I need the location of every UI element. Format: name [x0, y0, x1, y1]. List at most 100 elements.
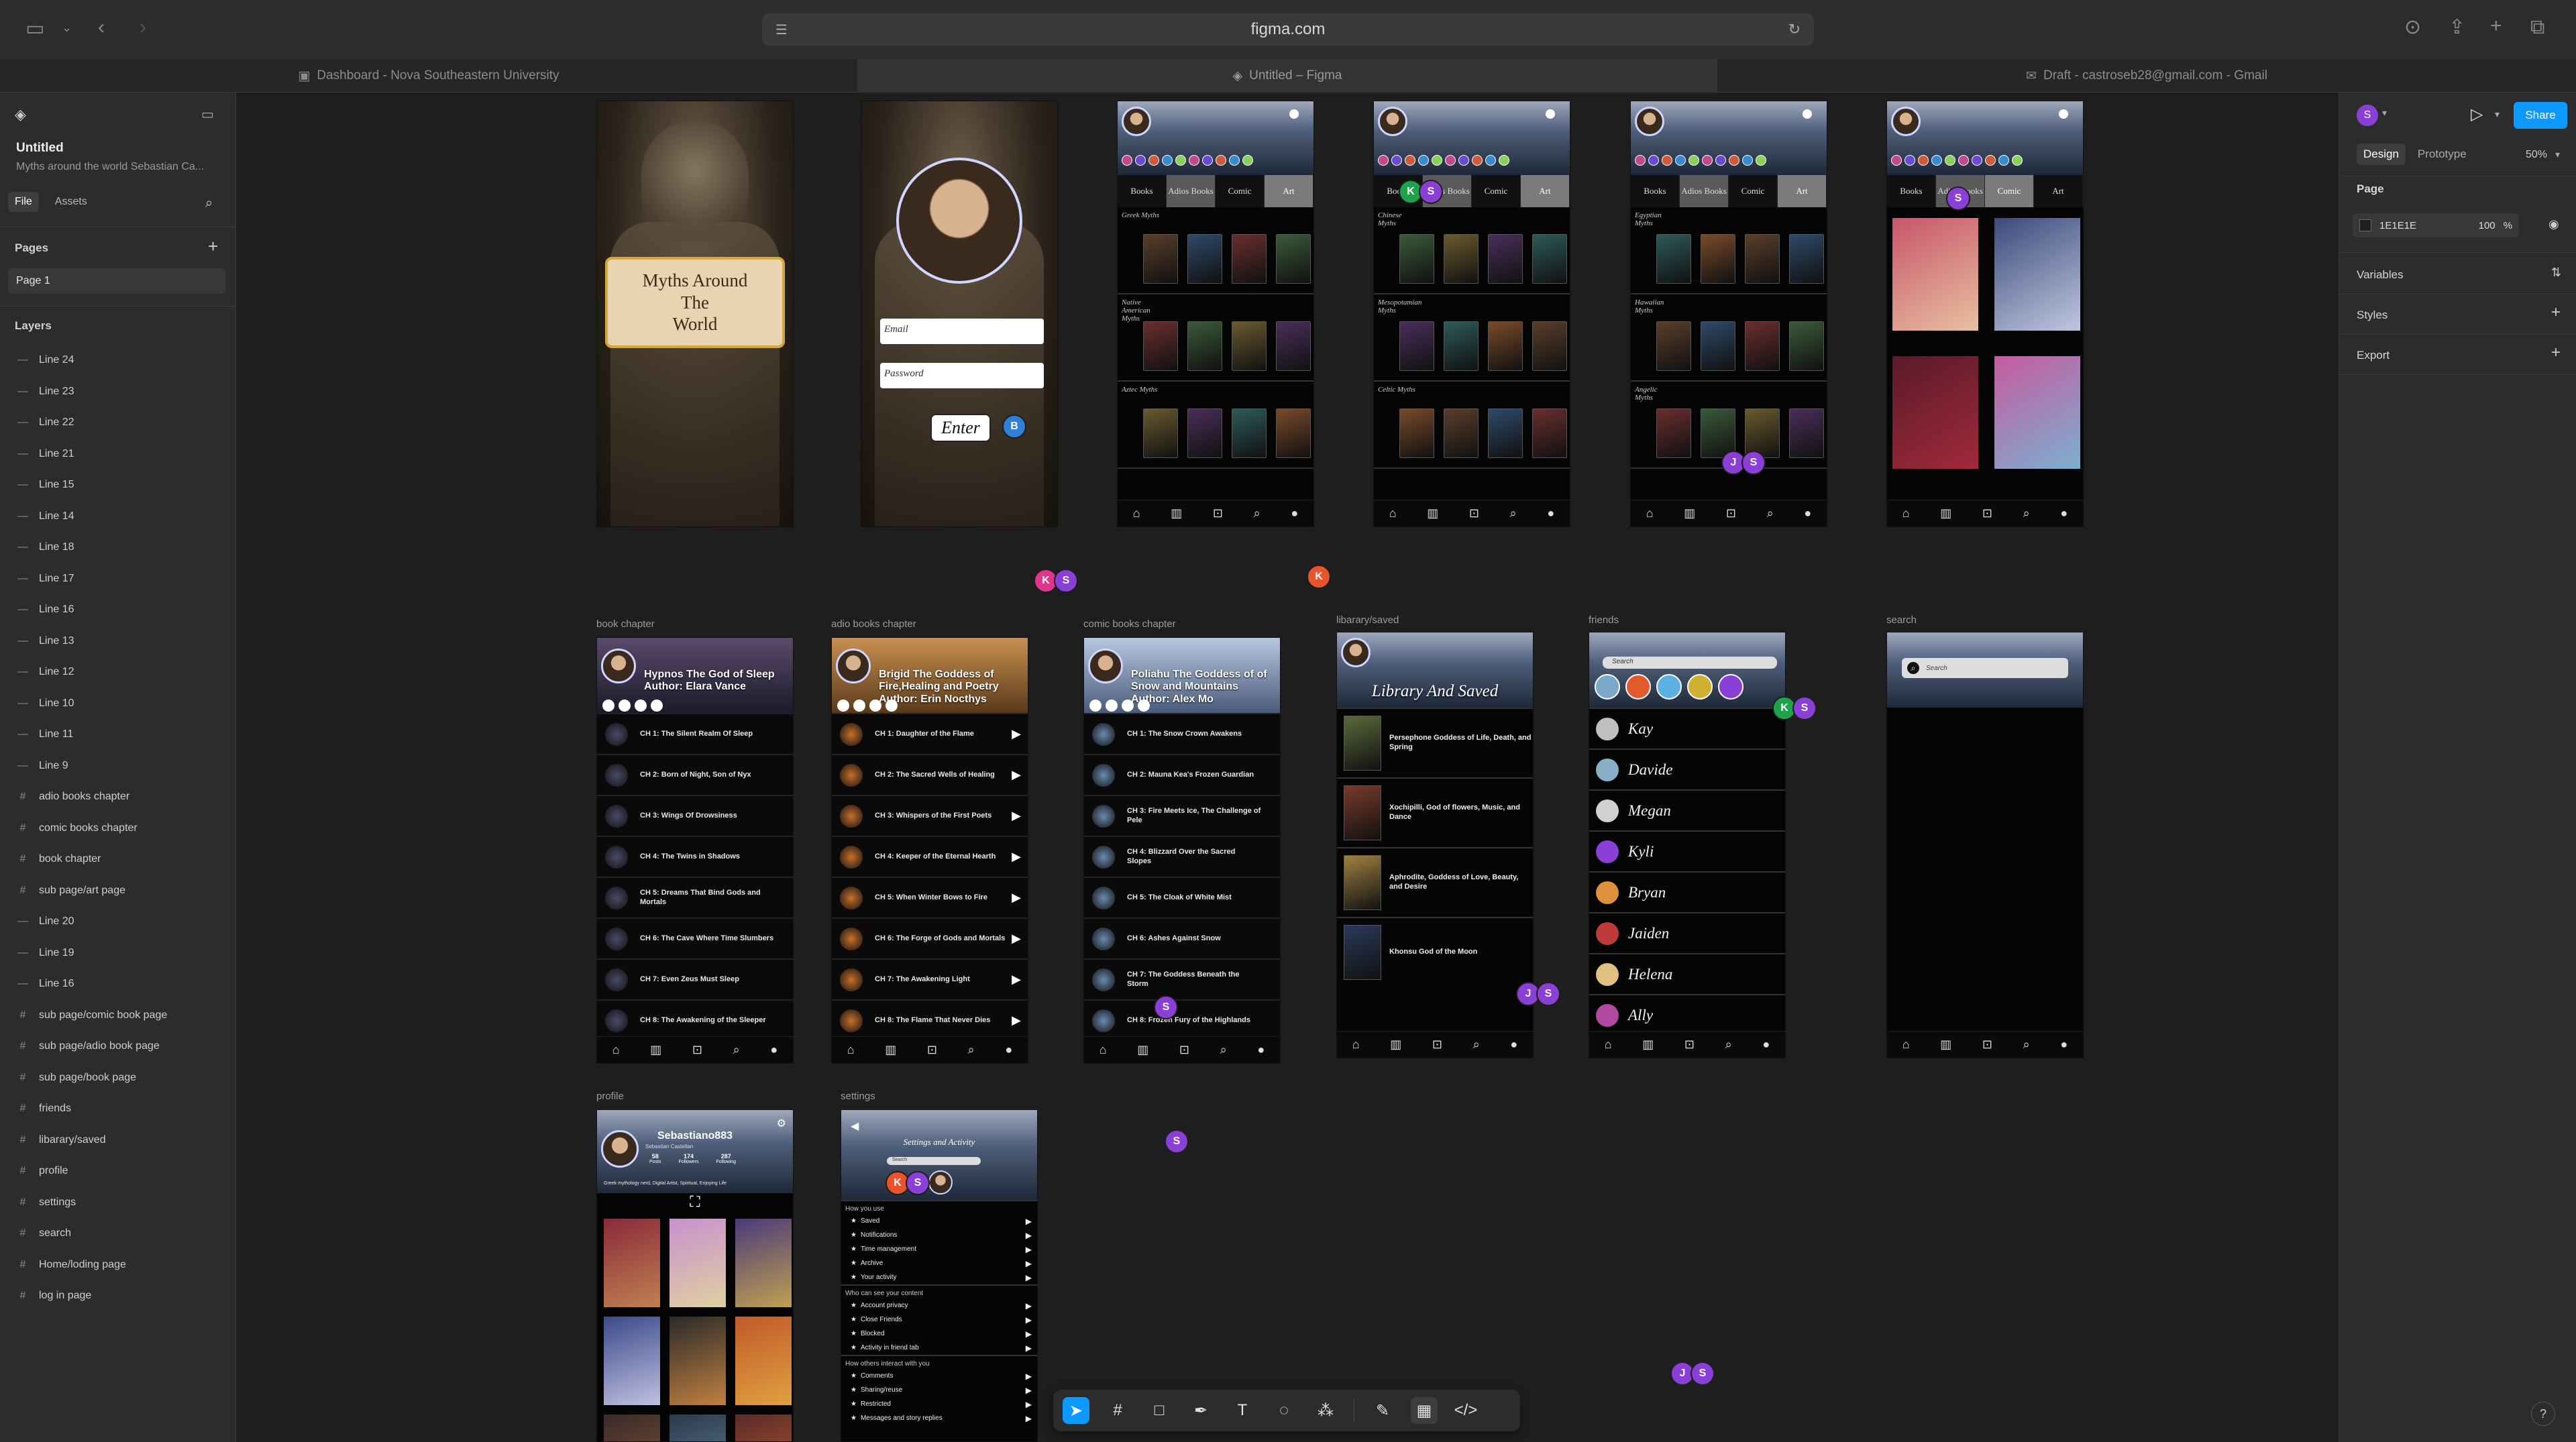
color-swatch[interactable]	[2359, 219, 2371, 231]
story-avatar[interactable]	[1656, 674, 1682, 700]
story-avatar[interactable]	[1378, 155, 1389, 166]
tab-design[interactable]: Design	[2357, 144, 2406, 165]
comment-icon[interactable]	[853, 700, 865, 712]
play-icon[interactable]: ▶	[1012, 891, 1021, 905]
friend-row[interactable]: Kyli	[1589, 830, 1785, 871]
back-icon[interactable]: ‹	[98, 17, 105, 38]
address-bar[interactable]: ☰ figma.com ↻	[762, 13, 1814, 46]
story-avatar[interactable]	[1931, 155, 1942, 166]
home-icon[interactable]: ⌂	[1902, 1038, 1910, 1052]
book-cover[interactable]	[1656, 234, 1691, 284]
book-cover[interactable]	[1187, 321, 1222, 371]
search-icon[interactable]: ⌕	[1254, 506, 1260, 520]
layer-item[interactable]: # sub page/comic book page	[16, 1000, 168, 1031]
story-avatar[interactable]	[1472, 155, 1483, 166]
profile-icon[interactable]: ●	[1291, 506, 1298, 520]
story-avatar[interactable]	[1625, 674, 1651, 700]
books-icon[interactable]: ▥	[1940, 1038, 1951, 1052]
download-icon[interactable]: ⊙	[2404, 17, 2421, 38]
book-cover[interactable]	[1399, 321, 1434, 371]
search-icon[interactable]: ⌕	[968, 1043, 975, 1057]
book-cover[interactable]	[1444, 408, 1479, 458]
book-cover[interactable]	[1143, 234, 1178, 284]
layer-item[interactable]: — Line 15	[16, 469, 74, 500]
book-cover[interactable]	[1276, 408, 1311, 458]
profile-icon[interactable]: ●	[1547, 506, 1554, 520]
tab-figma[interactable]: ◈ Untitled – Figma	[857, 59, 1717, 93]
share-button[interactable]: Share	[2514, 102, 2567, 129]
story-avatar[interactable]	[1216, 155, 1226, 166]
comment-icon[interactable]	[619, 700, 631, 712]
settings-row[interactable]: ★ Saved	[841, 1214, 1037, 1228]
shape-tool[interactable]: □	[1146, 1397, 1173, 1424]
add-icon[interactable]	[651, 700, 663, 712]
profile-icon[interactable]: ●	[770, 1043, 777, 1057]
forward-icon[interactable]: ›	[140, 17, 146, 38]
chapter-row[interactable]: CH 7: The Goddess Beneath the Storm	[1084, 958, 1280, 999]
books-icon[interactable]: ▥	[1171, 506, 1182, 520]
book-cover[interactable]	[1276, 234, 1311, 284]
home-icon[interactable]: ⌂	[1389, 506, 1397, 520]
story-avatar[interactable]	[1405, 155, 1415, 166]
export-row[interactable]: Export	[2357, 349, 2390, 362]
art-thumbnail[interactable]	[604, 1415, 660, 1441]
chapter-row[interactable]: CH 4: The Twins in Shadows	[597, 836, 793, 877]
story-avatar[interactable]	[1972, 155, 1982, 166]
book-cover[interactable]	[1232, 408, 1267, 458]
panel-toggle-icon[interactable]: ▭	[201, 106, 214, 123]
add-page-icon[interactable]: +	[208, 236, 218, 257]
search-icon[interactable]: ⌕	[733, 1043, 740, 1057]
art-thumbnail[interactable]	[604, 1317, 660, 1405]
create-icon[interactable]: ⊡	[1432, 1038, 1442, 1052]
book-cover[interactable]	[1187, 408, 1222, 458]
create-icon[interactable]: ⊡	[692, 1043, 702, 1057]
figma-menu-icon[interactable]: ◈	[15, 106, 26, 123]
settings-row[interactable]: ★ Your activity	[841, 1270, 1037, 1284]
tab-file[interactable]: File	[8, 192, 39, 212]
art-piece[interactable]	[1994, 356, 2080, 469]
add-style-icon[interactable]: +	[2551, 303, 2561, 322]
create-icon[interactable]: ⊡	[1469, 506, 1479, 520]
book-cover[interactable]	[1656, 408, 1691, 458]
play-icon[interactable]: ▶	[1012, 973, 1021, 987]
layer-item[interactable]: — Line 12	[16, 657, 74, 687]
art-thumbnail[interactable]	[735, 1317, 792, 1405]
chapter-row[interactable]: CH 7: The Awakening Light ▶	[832, 958, 1028, 999]
help-button[interactable]: ?	[2531, 1402, 2555, 1426]
friend-row[interactable]: Ally	[1589, 994, 1785, 1035]
books-icon[interactable]: ▥	[650, 1043, 661, 1057]
home-icon[interactable]: ⌂	[612, 1043, 620, 1057]
layer-item[interactable]: # search	[16, 1218, 71, 1249]
layer-item[interactable]: — Line 23	[16, 376, 74, 407]
like-icon[interactable]	[602, 700, 614, 712]
share-icon[interactable]	[869, 700, 881, 712]
page-opacity[interactable]: 100	[2479, 220, 2496, 231]
settings-row[interactable]: ★ Messages and story replies	[841, 1411, 1037, 1425]
story-avatar[interactable]	[1499, 155, 1509, 166]
saved-item[interactable]: Aphrodite, Goddess of Love, Beauty, and …	[1337, 847, 1533, 917]
tab-audio-books[interactable]: Adios Books	[1167, 175, 1216, 207]
tab-audio-books[interactable]: Adios Books	[1680, 175, 1729, 207]
create-icon[interactable]: ⊡	[1982, 506, 1992, 520]
chapter-row[interactable]: CH 7: Even Zeus Must Sleep	[597, 958, 793, 999]
play-icon[interactable]: ▶	[1012, 850, 1021, 864]
search-icon[interactable]: ⌕	[205, 196, 213, 211]
story-avatar[interactable]	[1242, 155, 1253, 166]
story-avatar[interactable]	[1635, 155, 1646, 166]
chapter-row[interactable]: CH 2: The Sacred Wells of Healing ▶	[832, 754, 1028, 795]
tab-comic[interactable]: Comic	[1216, 175, 1265, 207]
layer-item[interactable]: — Line 18	[16, 532, 74, 563]
pen-tool[interactable]: ✒	[1187, 1397, 1214, 1424]
story-avatar[interactable]	[1687, 674, 1713, 700]
design-mode[interactable]: ▦	[1411, 1397, 1438, 1424]
tab-art[interactable]: Art	[2034, 175, 2083, 207]
tab-overview-icon[interactable]: ⧉	[2530, 17, 2544, 38]
book-cover[interactable]	[1232, 321, 1267, 371]
tab-comic[interactable]: Comic	[1985, 175, 2034, 207]
layer-item[interactable]: # profile	[16, 1156, 68, 1186]
play-icon[interactable]: ▶	[1012, 932, 1021, 946]
home-icon[interactable]: ⌂	[1352, 1038, 1360, 1052]
book-cover[interactable]	[1789, 408, 1824, 458]
story-avatar[interactable]	[1718, 674, 1743, 700]
audio-chapter-frame[interactable]: Brigid The Goddess of Fire,Healing and P…	[831, 637, 1028, 1064]
